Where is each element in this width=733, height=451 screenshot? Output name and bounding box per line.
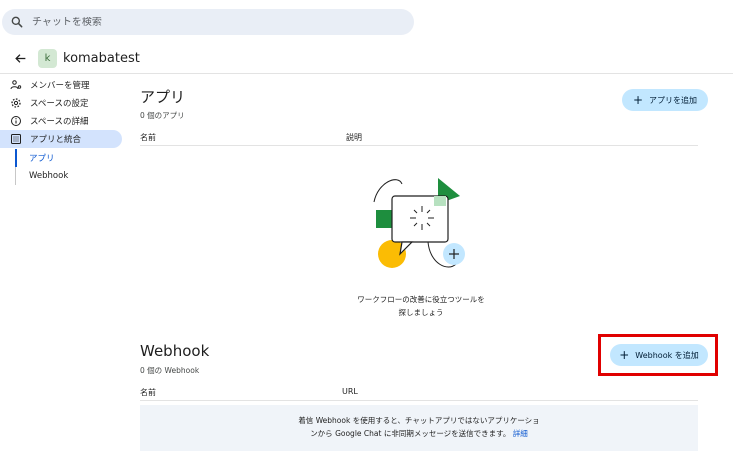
gear-icon (11, 98, 21, 108)
webhook-info-line2-row: ンから Google Chat に非同期メッセージを送信できます。 詳細 (140, 427, 698, 440)
sidebar-item-label: スペースの詳細 (30, 117, 89, 127)
sidebar-item-label: アプリと統合 (30, 135, 82, 145)
sidebar-subitem-apps[interactable]: アプリ (15, 149, 126, 167)
back-button[interactable] (10, 49, 30, 69)
detail-link[interactable]: 詳細 (513, 429, 528, 438)
info-icon (11, 116, 21, 126)
space-header: k komabatest (0, 44, 733, 74)
apps-empty-message: ワークフローの改善に役立つツールを 探しましょう (321, 293, 521, 319)
apps-empty-line2: 探しましょう (398, 308, 444, 317)
sidebar-subnav: アプリ Webhook (15, 149, 126, 185)
apps-empty-illustration (373, 178, 465, 268)
space-name: komabatest (63, 51, 140, 66)
sidebar-item-space-settings[interactable]: スペースの設定 (0, 94, 126, 112)
apps-grid-icon (11, 134, 21, 144)
webhook-info-box: 着信 Webhook を使用すると、チャットアプリではないアプリケーショ ンから… (140, 405, 698, 451)
apps-header-divider (140, 145, 698, 146)
webhook-section-title: Webhook (140, 342, 210, 360)
apps-col-description: 説明 (346, 133, 362, 142)
space-avatar: k (38, 49, 57, 68)
top-bar (0, 0, 733, 44)
add-app-button[interactable]: + アプリを追加 (622, 89, 708, 111)
webhook-col-url: URL (342, 387, 358, 396)
search-input[interactable] (32, 16, 392, 28)
webhook-count: 0 個の Webhook (140, 366, 200, 375)
apps-section-title: アプリ (140, 88, 186, 106)
settings-sidebar: メンバーを管理 スペースの設定 スペースの詳細 アプリと統合 アプリ Webho… (0, 76, 126, 185)
webhook-info-line1: 着信 Webhook を使用すると、チャットアプリではないアプリケーショ (298, 416, 540, 425)
sidebar-item-space-details[interactable]: スペースの詳細 (0, 112, 126, 130)
sidebar-subitem-webhook[interactable]: Webhook (15, 167, 126, 185)
webhook-header-divider (140, 400, 698, 401)
webhook-info-line2: ンから Google Chat に非同期メッセージを送信できます。 (310, 429, 511, 438)
people-settings-icon (10, 80, 22, 90)
apps-count: 0 個のアプリ (140, 111, 185, 120)
webhook-col-name: 名前 (140, 388, 156, 397)
highlight-box (598, 334, 718, 376)
search-icon (11, 16, 23, 28)
sidebar-item-apps-integrations[interactable]: アプリと統合 (0, 130, 122, 148)
apps-empty-line1: ワークフローの改善に役立つツールを (357, 295, 485, 304)
arrow-back-icon (14, 54, 25, 63)
sidebar-item-label: スペースの設定 (30, 99, 89, 109)
search-bar[interactable] (2, 9, 414, 35)
sidebar-item-manage-members[interactable]: メンバーを管理 (0, 76, 126, 94)
sidebar-item-label: メンバーを管理 (30, 81, 90, 91)
apps-col-name: 名前 (140, 133, 156, 142)
add-app-label: アプリを追加 (649, 95, 698, 105)
plus-icon: + (632, 93, 644, 107)
